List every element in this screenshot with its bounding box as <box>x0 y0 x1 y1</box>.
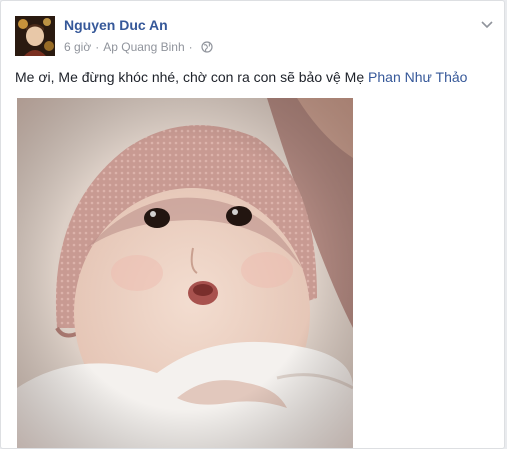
avatar[interactable] <box>15 16 55 56</box>
meta-separator: · <box>95 40 100 54</box>
tagged-person-link[interactable]: Phan Như Thảo <box>368 69 467 85</box>
post-card: Nguyen Duc An 6 giờ · Ap Quang Binh · Me… <box>0 0 505 449</box>
post-photo[interactable] <box>17 98 353 448</box>
globe-icon[interactable] <box>201 41 213 53</box>
chevron-down-icon[interactable] <box>480 17 494 31</box>
avatar-image <box>15 16 55 56</box>
post-meta: 6 giờ · Ap Quang Binh · <box>64 40 213 54</box>
timestamp[interactable]: 6 giờ <box>64 40 91 54</box>
message-text: Me ơi, Me đừng khóc nhé, chờ con ra con … <box>15 69 369 85</box>
post-message: Me ơi, Me đừng khóc nhé, chờ con ra con … <box>15 69 495 85</box>
meta-separator-2: · <box>188 40 193 54</box>
author-name[interactable]: Nguyen Duc An <box>64 17 168 33</box>
location[interactable]: Ap Quang Binh <box>103 40 184 54</box>
